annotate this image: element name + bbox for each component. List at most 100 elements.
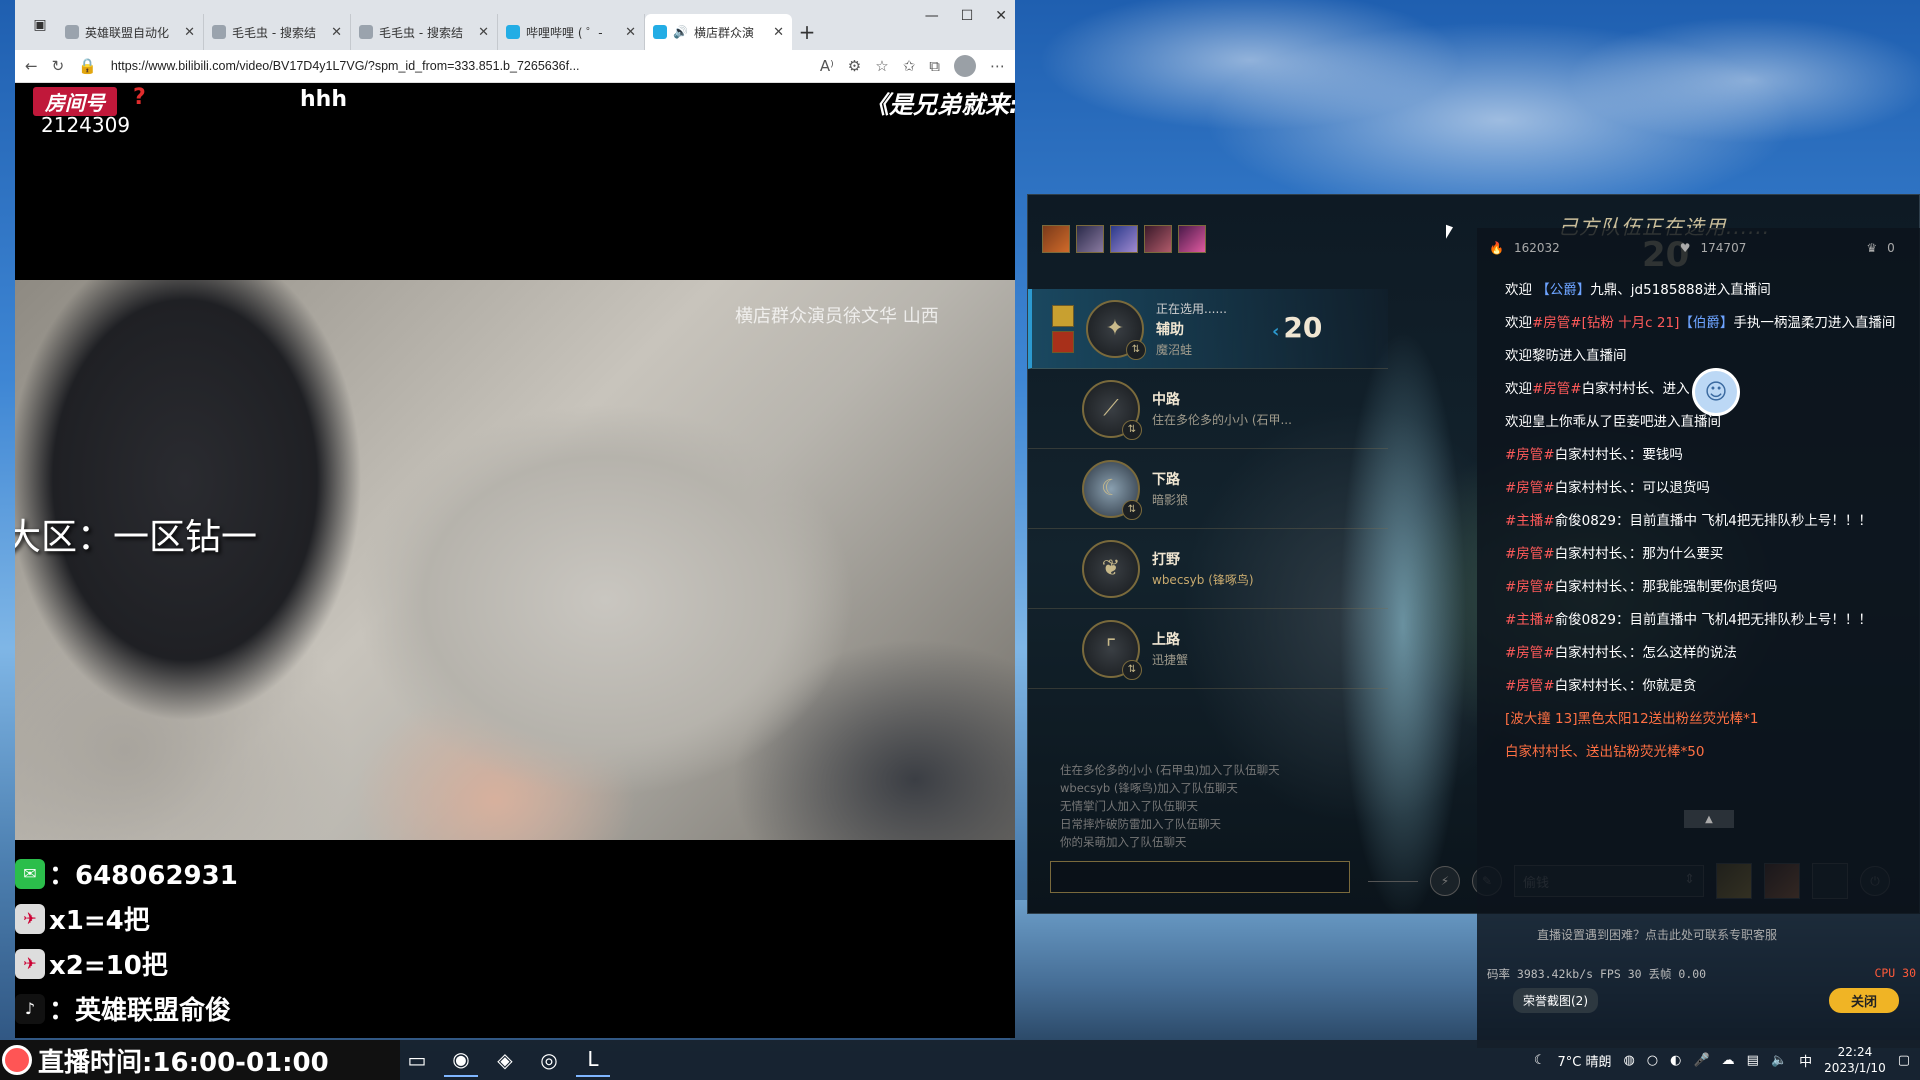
flash-spell-icon[interactable] — [1052, 304, 1074, 327]
swap-icon[interactable]: ⇅ — [1126, 339, 1146, 360]
volume-icon[interactable]: 🔈 — [1771, 1053, 1787, 1068]
pick-role: 辅助 — [1156, 321, 1184, 338]
champion-portrait[interactable] — [1144, 225, 1172, 253]
tab-4[interactable]: 🔊 横店群众演 ✕ — [645, 14, 792, 50]
champion-portrait[interactable] — [1178, 225, 1206, 253]
close-tab-icon[interactable]: ✕ — [625, 25, 636, 40]
pick-role: 上路 — [1152, 632, 1180, 648]
assistant-avatar[interactable]: ☺ — [1692, 368, 1740, 416]
crown-icon: ♛ — [1866, 241, 1878, 255]
help-tip[interactable]: 直播设置遇到困难？点击此处可联系专职客服 — [1537, 926, 1777, 943]
pick-slot-support[interactable]: ✦ ⇅ 正在选用...... 辅助 魔沼蛙 ‹ 20 — [1028, 289, 1388, 369]
read-aloud-icon[interactable]: A⁾ — [820, 57, 834, 75]
collections-icon[interactable]: ⧉ — [929, 57, 940, 75]
chat-message-part: #房管# — [1505, 579, 1555, 595]
champion-portrait[interactable] — [1110, 225, 1138, 253]
weather[interactable]: 7°C 晴朗 — [1557, 1051, 1611, 1070]
close-button[interactable]: 关闭 — [1829, 988, 1900, 1013]
pick-slot-mid[interactable]: ⟋ ⇅ 中路 住在多伦多的小小 (石甲... — [1028, 369, 1388, 449]
microphone-icon[interactable]: 🎤 — [1693, 1053, 1709, 1068]
league-icon[interactable]: L — [576, 1043, 610, 1077]
more-icon[interactable]: ⋯ — [990, 57, 1005, 75]
weibo-icon[interactable]: ◍ — [1623, 1053, 1634, 1068]
app-icon[interactable]: ◈ — [488, 1043, 522, 1077]
pick-slot-jungle[interactable]: ❦ 打野 wbecsyb (锋啄鸟) — [1028, 529, 1388, 609]
swap-icon[interactable]: ⇅ — [1122, 659, 1142, 680]
close-window-icon[interactable]: ✕ — [995, 8, 1007, 24]
tab-2[interactable]: 毛毛虫 - 搜索结 ✕ — [351, 14, 498, 50]
new-tab-button[interactable]: + — [792, 14, 822, 50]
lock-icon[interactable]: 🔒 — [78, 57, 97, 75]
minimize-icon[interactable]: — — [925, 8, 939, 24]
url-field[interactable]: https://www.bilibili.com/video/BV17D4y1L… — [111, 59, 806, 73]
tab-actions-icon[interactable]: ▣ — [23, 8, 57, 42]
chat-message: #房管#白家村村长、：那为什么要买 — [1505, 538, 1920, 571]
video-frame[interactable]: 横店群众演员徐文华 山西 — [15, 280, 1015, 840]
notification-icon[interactable]: ▢ — [1898, 1053, 1910, 1068]
tray-app-icon[interactable]: ◐ — [1670, 1053, 1681, 1068]
tab-title: 毛毛虫 - 搜索结 — [379, 25, 463, 40]
favicon-icon — [212, 25, 226, 39]
video-watermark: 横店群众演员徐文华 山西 — [735, 306, 939, 327]
chat-message-part: #主播# — [1505, 612, 1555, 628]
file-explorer-icon[interactable]: ▭ — [400, 1043, 434, 1077]
swap-icon[interactable]: ⇅ — [1122, 419, 1142, 440]
tab-0[interactable]: 英雄联盟自动化 ✕ — [57, 14, 204, 50]
tray-app-icon[interactable]: ○ — [1647, 1053, 1658, 1068]
rune-icon[interactable]: ⚡ — [1430, 866, 1460, 896]
browser-window: ▣ 英雄联盟自动化 ✕ 毛毛虫 - 搜索结 ✕ 毛毛虫 - 搜索结 ✕ 哔哩哔哩… — [15, 0, 1015, 1038]
chat-message-part: #房管# — [1505, 678, 1555, 694]
favorite-star-icon[interactable]: ☆ — [875, 57, 888, 75]
price-line-2: ✈ x2=10把 — [15, 945, 168, 982]
pick-slot-top[interactable]: ⌜ ⇅ 上路 迅捷蟹 — [1028, 609, 1388, 689]
profile-avatar[interactable] — [954, 55, 976, 77]
pick-name: 迅捷蟹 — [1152, 653, 1189, 667]
room-badge-question: ? — [133, 85, 146, 110]
tab-title: 毛毛虫 - 搜索结 — [232, 25, 316, 40]
favorites-icon[interactable]: ✩ — [903, 57, 916, 75]
tab-1[interactable]: 毛毛虫 - 搜索结 ✕ — [204, 14, 351, 50]
scroll-up-button[interactable]: ▲ — [1684, 810, 1734, 828]
speaker-icon[interactable]: 🔊 — [673, 25, 688, 39]
room-badge: 房间号 — [33, 87, 117, 116]
chat-message-part: 【伯爵】 — [1679, 315, 1734, 331]
chat-message: #房管#白家村村长、：怎么这样的说法 — [1505, 637, 1920, 670]
support-icon: ✦ ⇅ — [1086, 299, 1146, 360]
top-icon: ⌜ ⇅ — [1082, 619, 1142, 680]
champion-portrait[interactable] — [1076, 225, 1104, 253]
close-tab-icon[interactable]: ✕ — [331, 25, 342, 40]
taskbar-apps: ▭ ◉ ◈ ◎ L — [400, 1040, 610, 1080]
jungle-icon: ❦ — [1082, 539, 1140, 598]
tab-3[interactable]: 哔哩哔哩 ( ゜- ✕ — [498, 14, 645, 50]
chat-message-list[interactable]: 欢迎 【公爵】九鼎、jd5185888进入直播间 欢迎#房管#[钻粉 十月c 21… — [1477, 268, 1920, 769]
refresh-icon[interactable]: ↻ — [52, 57, 65, 75]
edge-icon[interactable]: ◉ — [444, 1043, 478, 1077]
network-icon[interactable]: ▤ — [1747, 1053, 1759, 1068]
extension-icon[interactable]: ⚙ — [848, 57, 861, 75]
glory-screenshot-button[interactable]: 荣誉截图(2) — [1513, 988, 1598, 1013]
tab-title: 英雄联盟自动化 — [85, 25, 170, 40]
swap-icon[interactable]: ⇅ — [1122, 499, 1142, 520]
obs-icon[interactable]: ◎ — [532, 1043, 566, 1077]
cloud-icon[interactable]: ☁ — [1722, 1053, 1735, 1068]
ignite-spell-icon[interactable] — [1052, 330, 1074, 353]
close-tab-icon[interactable]: ✕ — [773, 25, 784, 40]
team-log-line: 日常摔炸破防雷加入了队伍聊天 — [1060, 817, 1221, 831]
close-tab-icon[interactable]: ✕ — [184, 25, 195, 40]
team-chat-input[interactable] — [1050, 861, 1350, 893]
maximize-icon[interactable]: ☐ — [961, 8, 974, 24]
stat-crown: 0 — [1887, 241, 1895, 255]
chat-message-part: #房管# — [1505, 645, 1555, 661]
chat-message-part: 欢迎 — [1505, 282, 1537, 298]
chat-message-part: 俞俊0829：目前直播中 飞机4把无排队秒上号！！！ — [1554, 612, 1872, 628]
chat-message-part: 白家村村长、：可以退货吗 — [1554, 480, 1710, 496]
taskbar-clock[interactable]: 22:24 2023/1/10 — [1824, 1044, 1886, 1076]
pick-name: 魔沼蛙 — [1156, 342, 1193, 357]
pick-slot-bot[interactable]: ☾ ⇅ 下路 暗影狼 — [1028, 449, 1388, 529]
back-icon[interactable]: ← — [25, 57, 38, 75]
price-2: x2=10把 — [49, 951, 168, 981]
close-tab-icon[interactable]: ✕ — [478, 25, 489, 40]
champion-portrait[interactable] — [1042, 225, 1070, 253]
ime-indicator[interactable]: 中 — [1799, 1051, 1812, 1070]
pick-role: 下路 — [1152, 472, 1180, 488]
